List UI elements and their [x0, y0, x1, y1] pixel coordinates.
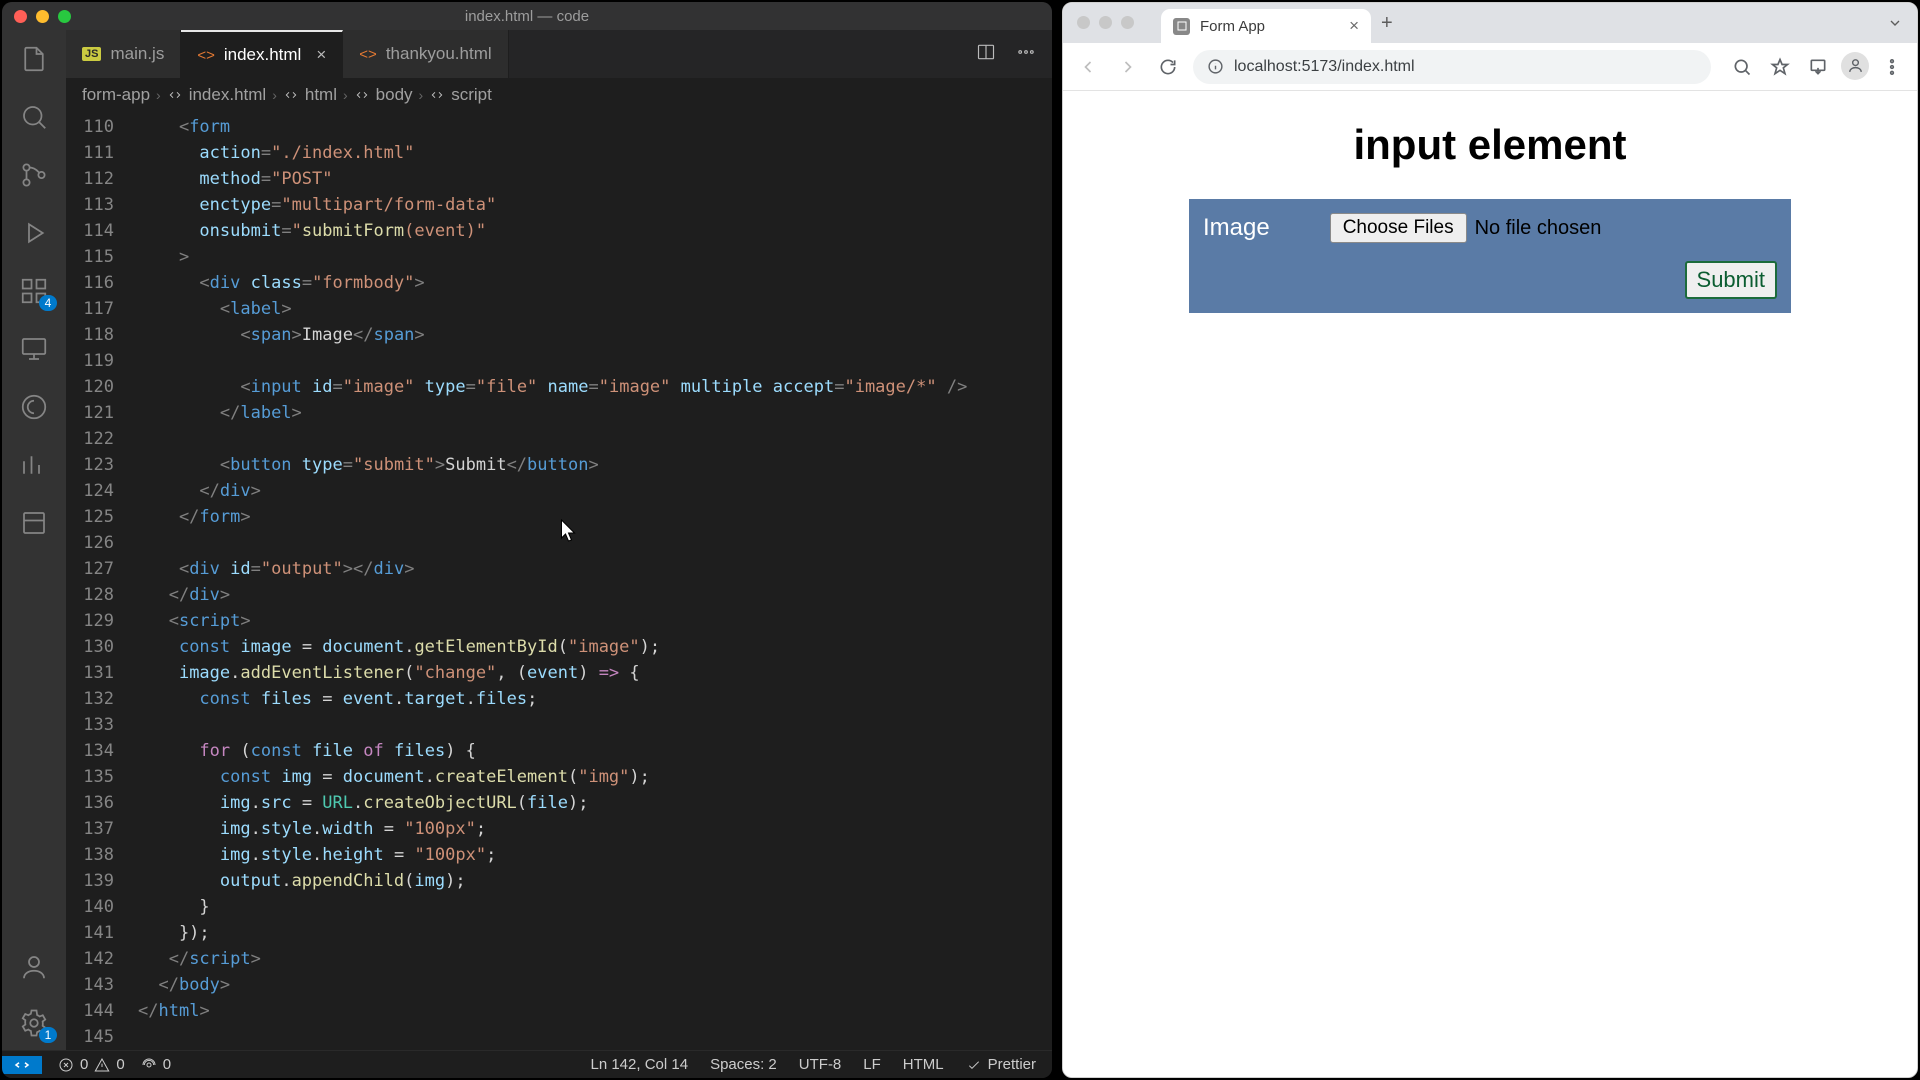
bc-item[interactable]: script [451, 85, 492, 105]
status-bar: 0 0 0 Ln 142, Col 14 Spaces: 2 UTF-8 LF … [2, 1050, 1052, 1078]
browser-tab-title: Form App [1200, 18, 1265, 35]
window-controls [1077, 16, 1134, 29]
js-file-icon: JS [82, 47, 101, 61]
bc-item[interactable]: body [376, 85, 413, 105]
browser-window: Form App × + localhost:5173/index.html i… [1062, 2, 1918, 1078]
bc-item[interactable]: form-app [82, 85, 150, 105]
browser-tab[interactable]: Form App × [1161, 9, 1371, 43]
tab-index-html[interactable]: <> index.html × [181, 30, 343, 78]
indent-setting[interactable]: Spaces: 2 [710, 1056, 777, 1073]
minimize-window-button[interactable] [1099, 16, 1112, 29]
code-editor[interactable]: 110 111 112 113 114 115 116 117 118 119 … [66, 112, 1052, 1050]
run-debug-icon[interactable] [19, 218, 49, 248]
close-window-button[interactable] [1077, 16, 1090, 29]
ports-indicator[interactable]: 0 [141, 1056, 171, 1073]
graph-icon[interactable] [19, 450, 49, 480]
explorer-icon[interactable] [19, 44, 49, 74]
bc-item[interactable]: html [305, 85, 337, 105]
symbol-icon [354, 87, 370, 103]
formatter[interactable]: Prettier [966, 1056, 1036, 1073]
close-window-button[interactable] [14, 10, 27, 23]
settings-badge: 1 [39, 1027, 58, 1043]
back-icon[interactable] [1073, 52, 1103, 82]
settings-gear-icon[interactable]: 1 [19, 1008, 49, 1038]
minimize-window-button[interactable] [36, 10, 49, 23]
submit-button[interactable]: Submit [1685, 261, 1777, 299]
close-tab-icon[interactable]: × [316, 45, 326, 65]
url-text: localhost:5173/index.html [1234, 58, 1415, 76]
encoding[interactable]: UTF-8 [799, 1056, 842, 1073]
close-tab-icon[interactable]: × [1349, 16, 1359, 36]
profile-avatar-icon[interactable] [1841, 52, 1869, 80]
extensions-badge: 4 [39, 295, 58, 311]
zoom-window-button[interactable] [58, 10, 71, 23]
tab-label: index.html [224, 45, 301, 65]
site-info-icon[interactable] [1207, 58, 1224, 75]
bookmark-icon[interactable] [1765, 52, 1795, 82]
cursor-position[interactable]: Ln 142, Col 14 [590, 1056, 688, 1073]
html-file-icon: <> [197, 47, 215, 64]
choose-files-button[interactable]: Choose Files [1330, 213, 1467, 243]
remote-indicator[interactable] [2, 1056, 42, 1074]
forward-icon[interactable] [1113, 52, 1143, 82]
browser-toolbar: localhost:5173/index.html [1063, 43, 1917, 91]
account-icon[interactable] [19, 952, 49, 982]
bc-item[interactable]: index.html [189, 85, 266, 105]
tab-main-js[interactable]: JS main.js [66, 30, 181, 78]
kebab-menu-icon[interactable] [1877, 52, 1907, 82]
source-control-icon[interactable] [19, 160, 49, 190]
extensions-icon[interactable]: 4 [19, 276, 49, 306]
window-title: index.html — code [465, 8, 589, 25]
tab-label: thankyou.html [386, 44, 492, 64]
remote-explorer-icon[interactable] [19, 334, 49, 364]
activity-bar: 4 1 [2, 30, 66, 1050]
reload-icon[interactable] [1153, 52, 1183, 82]
address-bar[interactable]: localhost:5173/index.html [1193, 50, 1711, 84]
editor-tab-bar: JS main.js <> index.html × <> thankyou.h… [66, 30, 1052, 78]
eol[interactable]: LF [863, 1056, 881, 1073]
containers-icon[interactable] [19, 508, 49, 538]
file-input[interactable]: Choose Files No file chosen [1330, 213, 1602, 243]
html-file-icon [167, 87, 183, 103]
file-input-status: No file chosen [1475, 217, 1602, 240]
line-number-gutter: 110 111 112 113 114 115 116 117 118 119 … [66, 112, 138, 1050]
favicon-icon [1173, 18, 1190, 35]
search-icon[interactable] [19, 102, 49, 132]
titlebar: index.html — code [2, 2, 1052, 30]
page-content: input element Image Choose Files No file… [1063, 91, 1917, 1077]
language-mode[interactable]: HTML [903, 1056, 944, 1073]
tab-label: main.js [110, 44, 164, 64]
install-app-icon[interactable] [1803, 52, 1833, 82]
new-tab-icon[interactable]: + [1381, 12, 1393, 35]
browser-tab-strip: Form App × + [1063, 3, 1917, 43]
page-heading: input element [1063, 121, 1917, 169]
tab-thankyou-html[interactable]: <> thankyou.html [343, 30, 508, 78]
vscode-window: index.html — code 4 [2, 2, 1052, 1078]
field-label: Image [1203, 214, 1270, 242]
breadcrumb[interactable]: form-app› index.html› html› body› script [66, 78, 1052, 112]
more-actions-icon[interactable] [1016, 42, 1036, 67]
zoom-icon[interactable] [1727, 52, 1757, 82]
window-controls [14, 10, 71, 23]
tab-overflow-icon[interactable] [1887, 15, 1903, 36]
form-panel: Image Choose Files No file chosen Submit [1189, 199, 1791, 313]
split-editor-icon[interactable] [976, 42, 996, 67]
html-file-icon: <> [359, 46, 377, 63]
symbol-icon [283, 87, 299, 103]
symbol-icon [429, 87, 445, 103]
marketplace-icon[interactable] [19, 392, 49, 422]
zoom-window-button[interactable] [1121, 16, 1134, 29]
problems-indicator[interactable]: 0 0 [58, 1056, 125, 1073]
